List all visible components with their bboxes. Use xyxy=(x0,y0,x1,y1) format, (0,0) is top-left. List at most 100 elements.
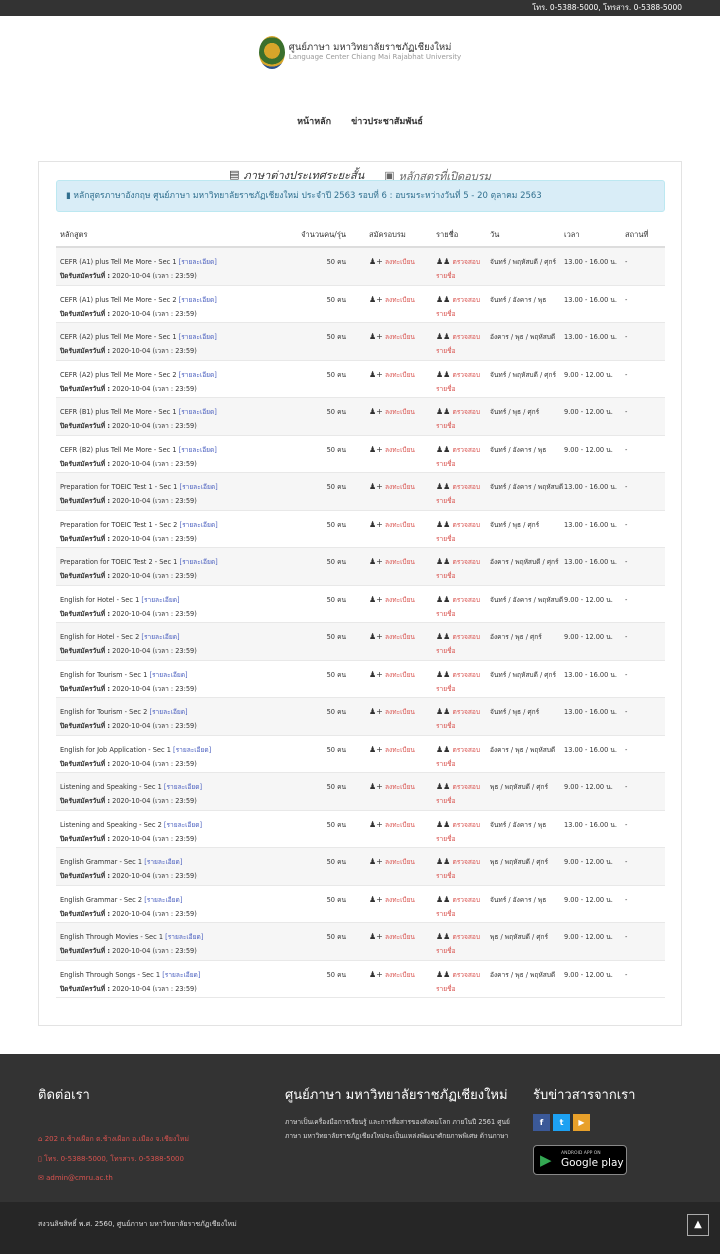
facebook-icon[interactable]: f xyxy=(533,1114,550,1131)
close-date-label: ปิดรับสมัครวันที่ : xyxy=(60,497,111,505)
check-names-button[interactable]: ♟♟ ตรวจสอบ รายชื่อ xyxy=(430,511,490,548)
time-cell: 13.00 - 16.00 น. xyxy=(564,258,618,266)
course-name: English for Tourism - Sec 2 xyxy=(60,708,148,716)
register-button[interactable]: ♟+ ลงทะเบียน xyxy=(361,923,430,960)
course-detail-link[interactable]: [รายละเอียด] xyxy=(179,408,217,416)
check-names-button[interactable]: ♟♟ ตรวจสอบ รายชื่อ xyxy=(430,286,490,323)
brand-header[interactable]: ศูนย์ภาษา มหาวิทยาลัยราชภัฏเชียงใหม่ Lan… xyxy=(0,35,720,69)
register-button[interactable]: ♟+ ลงทะเบียน xyxy=(361,436,430,473)
check-names-button[interactable]: ♟♟ ตรวจสอบ รายชื่อ xyxy=(430,398,490,435)
check-names-button[interactable]: ♟♟ ตรวจสอบ รายชื่อ xyxy=(430,886,490,923)
register-button[interactable]: ♟+ ลงทะเบียน xyxy=(361,661,430,698)
register-label: ลงทะเบียน xyxy=(384,258,415,266)
back-to-top-button[interactable]: ▲ xyxy=(687,1214,709,1236)
course-detail-link[interactable]: [รายละเอียด] xyxy=(179,296,217,304)
register-button[interactable]: ♟+ ลงทะเบียน xyxy=(361,398,430,435)
register-button[interactable]: ♟+ ลงทะเบียน xyxy=(361,773,430,810)
check-label-2: รายชื่อ xyxy=(436,459,456,468)
course-detail-link[interactable]: [รายละเอียด] xyxy=(179,258,217,266)
check-names-button[interactable]: ♟♟ ตรวจสอบ รายชื่อ xyxy=(430,473,490,510)
register-button[interactable]: ♟+ ลงทะเบียน xyxy=(361,848,430,885)
header-names: รายชื่อ xyxy=(436,230,459,239)
check-names-button[interactable]: ♟♟ ตรวจสอบ รายชื่อ xyxy=(430,248,490,285)
register-button[interactable]: ♟+ ลงทะเบียน xyxy=(361,736,430,773)
check-names-button[interactable]: ♟♟ ตรวจสอบ รายชื่อ xyxy=(430,698,490,735)
register-label: ลงทะเบียน xyxy=(384,858,415,866)
register-label: ลงทะเบียน xyxy=(384,633,415,641)
register-button[interactable]: ♟+ ลงทะเบียน xyxy=(361,698,430,735)
check-names-button[interactable]: ♟♟ ตรวจสอบ รายชื่อ xyxy=(430,548,490,585)
table-body: CEFR (A1) plus Tell Me More - Sec 1 [ราย… xyxy=(56,248,665,998)
course-detail-link[interactable]: [รายละเอียด] xyxy=(164,821,202,829)
check-names-button[interactable]: ♟♟ ตรวจสอบ รายชื่อ xyxy=(430,436,490,473)
check-names-button[interactable]: ♟♟ ตรวจสอบ รายชื่อ xyxy=(430,586,490,623)
youtube-icon[interactable]: ▶ xyxy=(573,1114,590,1131)
register-button[interactable]: ♟+ ลงทะเบียน xyxy=(361,361,430,398)
user-plus-icon: ♟+ xyxy=(369,819,383,829)
time-cell: 13.00 - 16.00 น. xyxy=(564,708,618,716)
course-detail-link[interactable]: [รายละเอียด] xyxy=(149,671,187,679)
course-detail-link[interactable]: [รายละเอียด] xyxy=(149,708,187,716)
course-detail-link[interactable]: [รายละเอียด] xyxy=(165,933,203,941)
table-row: Preparation for TOEIC Test 1 - Sec 2 [รา… xyxy=(56,511,665,548)
table-row: English Grammar - Sec 1 [รายละเอียด] ปิดร… xyxy=(56,848,665,886)
course-detail-link[interactable]: [รายละเอียด] xyxy=(164,783,202,791)
check-names-button[interactable]: ♟♟ ตรวจสอบ รายชื่อ xyxy=(430,848,490,885)
course-detail-link[interactable]: [รายละเอียด] xyxy=(141,633,179,641)
check-names-button[interactable]: ♟♟ ตรวจสอบ รายชื่อ xyxy=(430,773,490,810)
google-play-badge[interactable]: ▶ ANDROID APP ON Google play xyxy=(533,1145,627,1175)
count-cell: 50 คน xyxy=(326,933,346,941)
check-names-button[interactable]: ♟♟ ตรวจสอบ รายชื่อ xyxy=(430,623,490,660)
course-detail-link[interactable]: [รายละเอียด] xyxy=(180,558,218,566)
course-detail-link[interactable]: [รายละเอียด] xyxy=(179,371,217,379)
course-detail-link[interactable]: [รายละเอียด] xyxy=(179,446,217,454)
check-names-button[interactable]: ♟♟ ตรวจสอบ รายชื่อ xyxy=(430,811,490,848)
register-button[interactable]: ♟+ ลงทะเบียน xyxy=(361,473,430,510)
register-label: ลงทะเบียน xyxy=(384,483,415,491)
register-button[interactable]: ♟+ ลงทะเบียน xyxy=(361,323,430,360)
close-date-label: ปิดรับสมัครวันที่ : xyxy=(60,984,111,993)
course-detail-link[interactable]: [รายละเอียด] xyxy=(173,746,211,754)
footer-center-desc: ภาษาเป็นเครื่องมือการเรียนรู้ และการสื่อ… xyxy=(285,1118,510,1140)
nav-news[interactable]: ข่าวประชาสัมพันธ์ xyxy=(351,114,423,128)
register-button[interactable]: ♟+ ลงทะเบียน xyxy=(361,586,430,623)
check-names-button[interactable]: ♟♟ ตรวจสอบ รายชื่อ xyxy=(430,661,490,698)
course-detail-link[interactable]: [รายละเอียด] xyxy=(141,596,179,604)
check-names-button[interactable]: ♟♟ ตรวจสอบ รายชื่อ xyxy=(430,961,490,998)
check-names-button[interactable]: ♟♟ ตรวจสอบ รายชื่อ xyxy=(430,323,490,360)
course-detail-link[interactable]: [รายละเอียด] xyxy=(180,521,218,529)
course-detail-link[interactable]: [รายละเอียด] xyxy=(162,971,200,979)
close-date: 2020-10-04 (เวลา : 23:59) xyxy=(112,759,197,768)
course-detail-link[interactable]: [รายละเอียด] xyxy=(144,858,182,866)
check-names-button[interactable]: ♟♟ ตรวจสอบ รายชื่อ xyxy=(430,736,490,773)
register-button[interactable]: ♟+ ลงทะเบียน xyxy=(361,961,430,998)
register-button[interactable]: ♟+ ลงทะเบียน xyxy=(361,886,430,923)
register-button[interactable]: ♟+ ลงทะเบียน xyxy=(361,511,430,548)
register-button[interactable]: ♟+ ลงทะเบียน xyxy=(361,248,430,285)
check-names-button[interactable]: ♟♟ ตรวจสอบ รายชื่อ xyxy=(430,361,490,398)
close-date-label: ปิดรับสมัครวันที่ : xyxy=(60,572,111,580)
course-detail-link[interactable]: [รายละเอียด] xyxy=(179,333,217,341)
check-label: ตรวจสอบ xyxy=(452,933,481,941)
close-date: 2020-10-04 (เวลา : 23:59) xyxy=(112,497,197,505)
twitter-icon[interactable]: t xyxy=(553,1114,570,1131)
place-cell: - xyxy=(625,783,628,791)
footer-email[interactable]: ✉ admin@cmru.ac.th xyxy=(38,1174,113,1182)
register-button[interactable]: ♟+ ลงทะเบียน xyxy=(361,286,430,323)
register-button[interactable]: ♟+ ลงทะเบียน xyxy=(361,811,430,848)
nav-home[interactable]: หน้าหลัก xyxy=(297,114,331,128)
days-cell: อังคาร / พุธ / พฤหัสบดี xyxy=(490,333,556,341)
phone-icon: ▯ xyxy=(38,1155,42,1163)
days-cell: จันทร์ / พุธ / ศุกร์ xyxy=(490,408,540,416)
register-button[interactable]: ♟+ ลงทะเบียน xyxy=(361,623,430,660)
check-names-button[interactable]: ♟♟ ตรวจสอบ รายชื่อ xyxy=(430,923,490,960)
place-cell: - xyxy=(625,595,628,604)
check-label: ตรวจสอบ xyxy=(452,258,481,266)
register-button[interactable]: ♟+ ลงทะเบียน xyxy=(361,548,430,585)
course-detail-link[interactable]: [รายละเอียด] xyxy=(144,896,182,904)
course-detail-link[interactable]: [รายละเอียด] xyxy=(180,483,218,491)
table-row: CEFR (A2) plus Tell Me More - Sec 2 [ราย… xyxy=(56,361,665,398)
close-date: 2020-10-04 (เวลา : 23:59) xyxy=(112,797,197,805)
check-label-2: รายชื่อ xyxy=(436,272,456,280)
table-row: Listening and Speaking - Sec 1 [รายละเอี… xyxy=(56,773,665,811)
